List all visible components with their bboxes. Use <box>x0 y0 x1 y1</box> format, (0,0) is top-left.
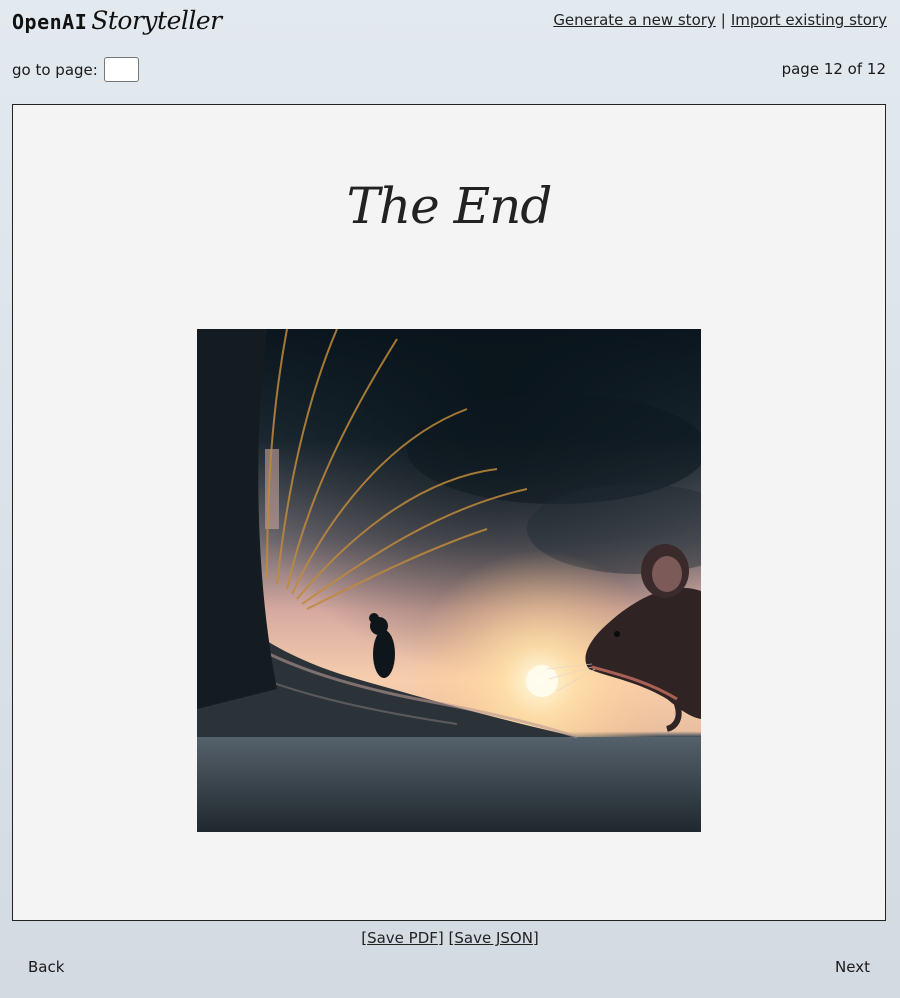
next-button[interactable]: Next <box>835 958 870 976</box>
bracket-middle: ] [ <box>437 929 455 947</box>
save-pdf-link[interactable]: Save PDF <box>367 929 438 947</box>
import-story-link[interactable]: Import existing story <box>731 11 887 29</box>
page-title: The End <box>346 177 553 235</box>
story-illustration <box>197 329 701 832</box>
logo-product: Storyteller <box>91 6 222 35</box>
save-links: [Save PDF] [Save JSON] <box>0 929 900 947</box>
link-separator: | <box>720 11 726 29</box>
logo-brand: OpenAI <box>12 10 88 34</box>
story-page: The End <box>12 104 886 921</box>
goto-page-input[interactable] <box>103 57 139 82</box>
goto-page-label: go to page: <box>12 60 98 79</box>
top-nav: Generate a new story | Import existing sto… <box>553 11 887 29</box>
save-json-link[interactable]: Save JSON <box>454 929 533 947</box>
app-logo: OpenAI Storyteller <box>12 6 222 46</box>
ground-plane <box>197 737 701 832</box>
generate-story-link[interactable]: Generate a new story <box>553 11 715 29</box>
sun <box>526 665 558 697</box>
page-indicator: page 12 of 12 <box>781 60 886 78</box>
goto-page: go to page: <box>12 57 139 82</box>
back-button[interactable]: Back <box>28 958 64 976</box>
bracket-close: ] <box>532 929 539 947</box>
